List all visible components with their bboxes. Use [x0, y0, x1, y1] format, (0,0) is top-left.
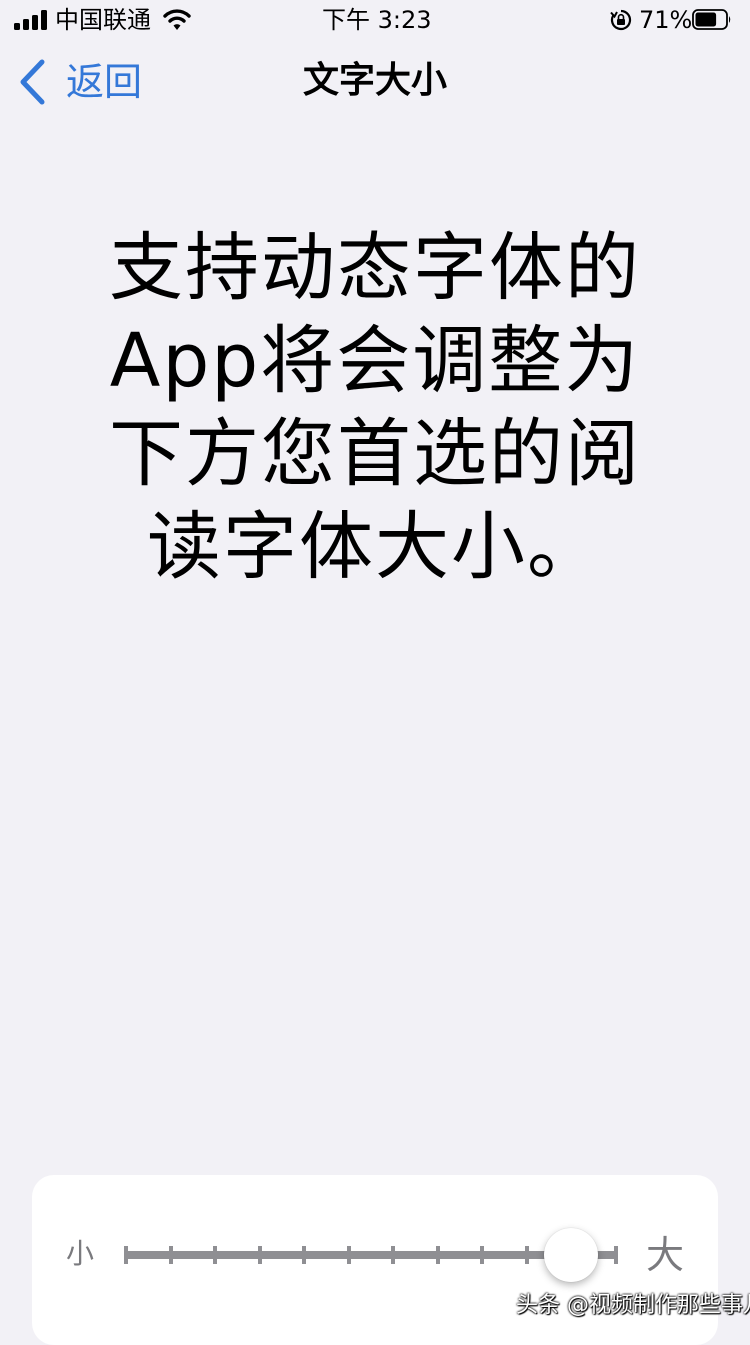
status-bar: 中国联通 下午 3:23 71% — [0, 0, 750, 40]
carrier-name: 中国联通 — [55, 6, 151, 34]
slider-tick — [524, 1246, 529, 1264]
small-text-label: 小 — [66, 1237, 95, 1270]
slider-tick — [346, 1246, 351, 1264]
slider-tick — [213, 1246, 218, 1264]
slider-tick — [391, 1246, 396, 1264]
signal-icon — [14, 10, 48, 30]
battery-icon — [692, 9, 731, 30]
watermark: 头条 @视频制作那些事儿 — [516, 1293, 750, 1318]
slider-tick — [435, 1246, 440, 1264]
slider-tick — [614, 1246, 618, 1264]
font-size-preview-text: 支持动态字体的App将会调整为下方您首选的阅读字体大小。 — [109, 225, 641, 590]
slider-tick — [302, 1246, 307, 1264]
rotation-lock-icon — [610, 9, 632, 31]
status-time: 下午 3:23 — [322, 6, 432, 34]
slider-tick — [124, 1246, 128, 1264]
slider-tick — [257, 1246, 262, 1264]
slider-tick — [168, 1246, 173, 1264]
large-text-label: 大 — [646, 1233, 685, 1277]
page-title: 文字大小 — [302, 60, 447, 101]
slider-tick — [480, 1246, 485, 1264]
battery-percent: 71% — [639, 6, 693, 34]
wifi-icon — [163, 9, 191, 30]
